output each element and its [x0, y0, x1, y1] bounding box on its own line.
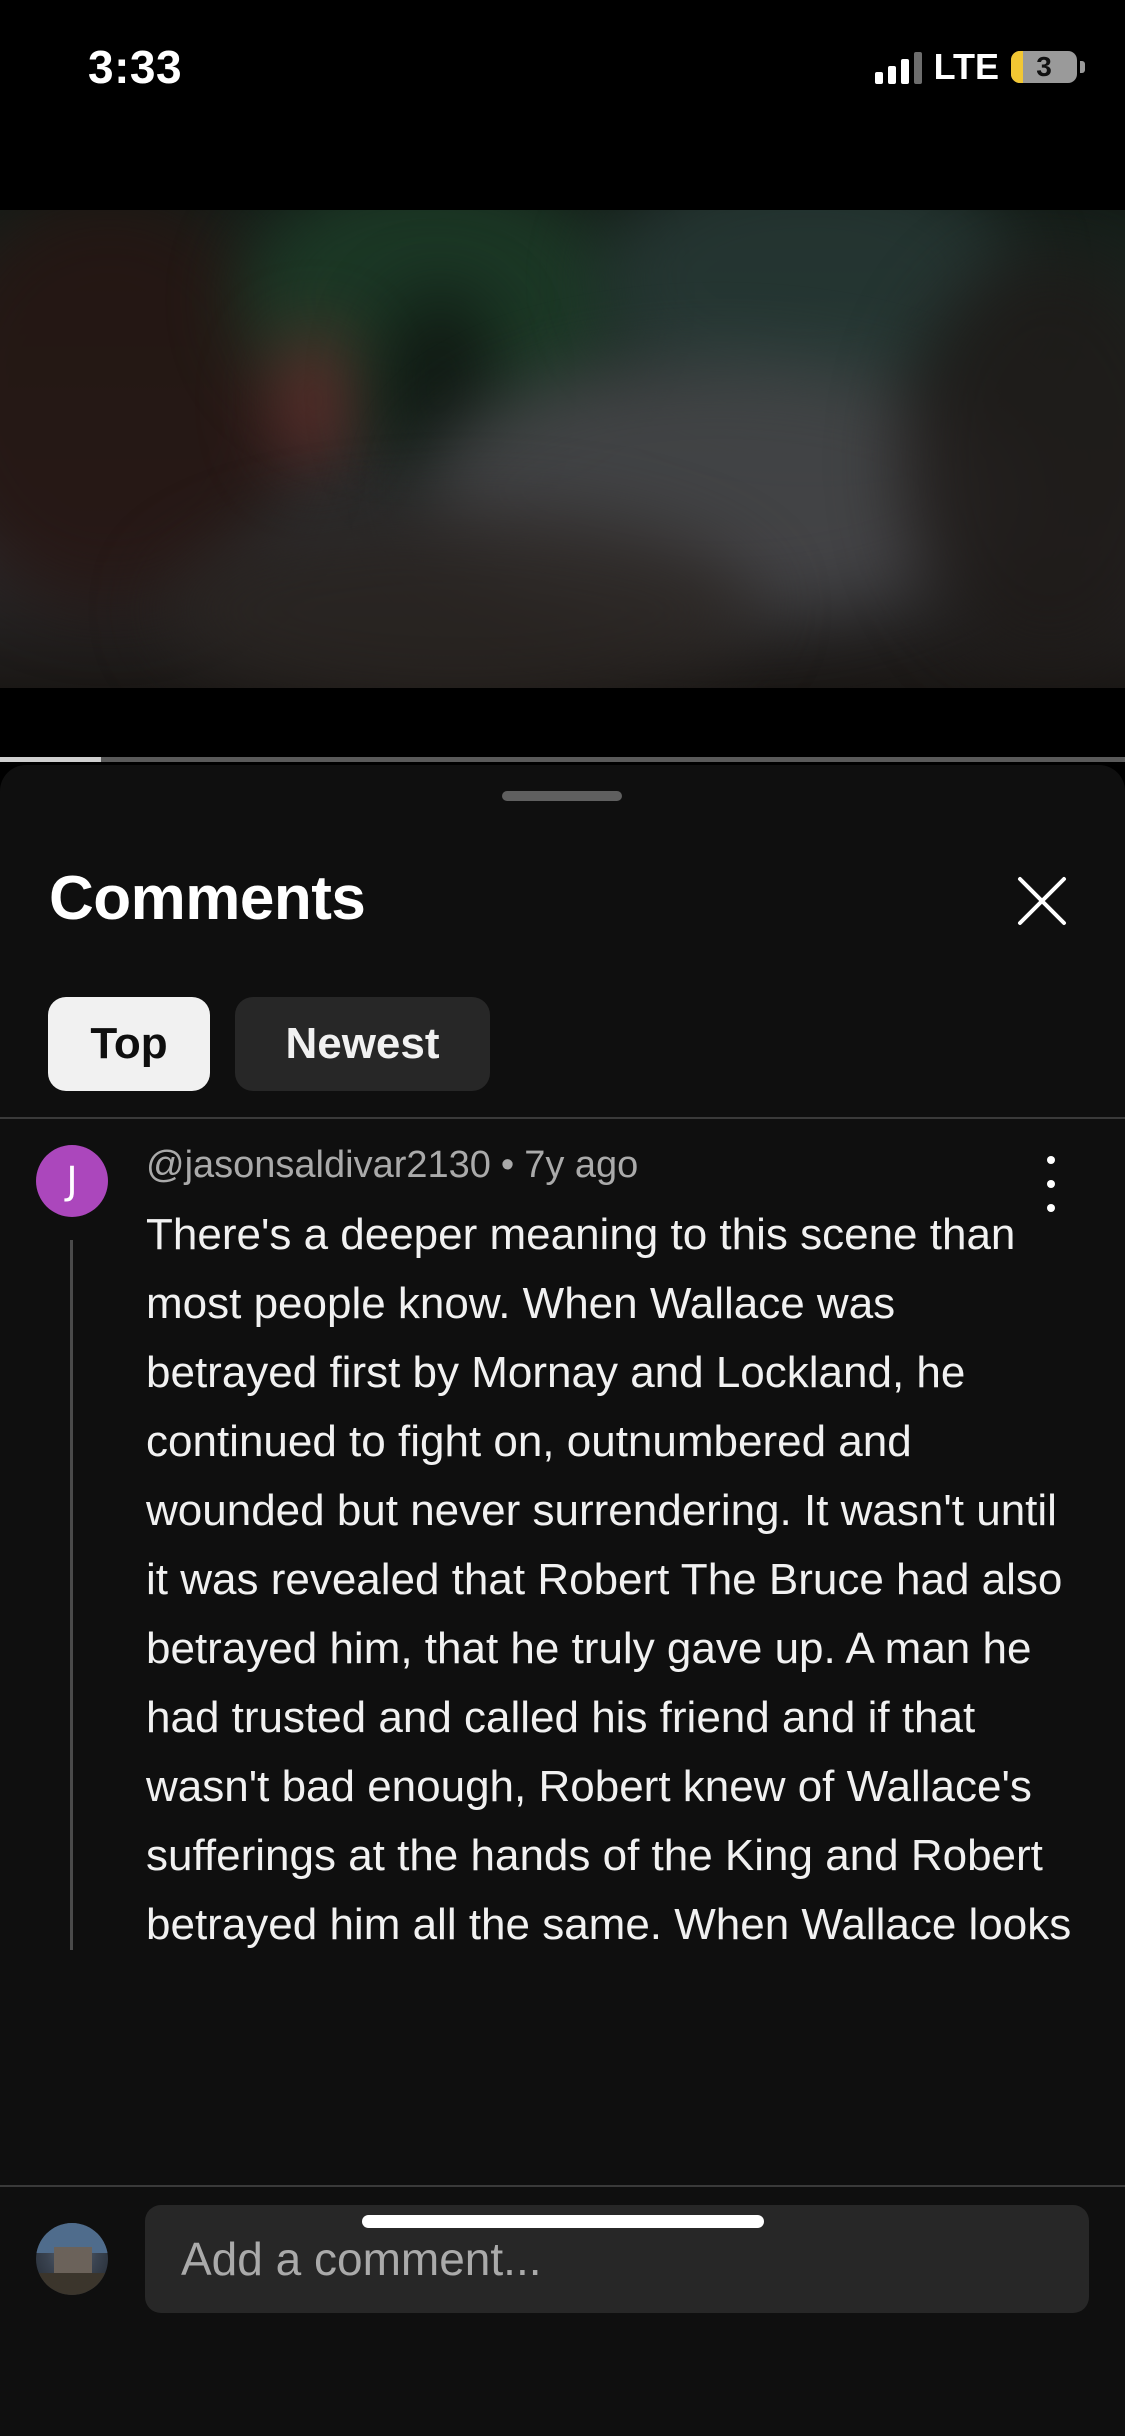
video-progress-bar[interactable]	[0, 757, 1125, 762]
tab-top[interactable]: Top	[48, 997, 210, 1091]
status-bar: 3:33 LTE 3	[0, 0, 1125, 140]
sheet-title: Comments	[49, 864, 366, 933]
comment-item: J @jasonsaldivar2130 • 7y ago There's a de…	[0, 1120, 1125, 1950]
screen: 3:33 LTE 3 Comments Top Newest J @jasons…	[0, 0, 1125, 2436]
cellular-signal-icon	[874, 50, 922, 84]
battery-cap	[1080, 61, 1085, 73]
battery-icon: 3	[1011, 51, 1077, 83]
comment-author[interactable]: @jasonsaldivar2130	[146, 1144, 491, 1186]
network-type: LTE	[933, 46, 999, 87]
meta-separator: •	[500, 1144, 515, 1186]
battery-level-fill	[1011, 51, 1023, 83]
close-button[interactable]	[1010, 869, 1074, 933]
home-indicator[interactable]	[362, 2215, 764, 2228]
video-player[interactable]	[0, 140, 1125, 762]
tab-newest[interactable]: Newest	[235, 997, 490, 1091]
status-indicators: LTE 3	[874, 46, 1085, 88]
comment-text[interactable]: There's a deeper meaning to this scene t…	[146, 1200, 1076, 1950]
user-avatar	[36, 2223, 108, 2295]
status-time: 3:33	[88, 41, 183, 93]
video-frame[interactable]	[0, 210, 1125, 688]
close-icon	[1018, 877, 1066, 925]
header-divider	[0, 1117, 1125, 1119]
battery-percentage: 3	[1036, 51, 1052, 82]
sort-tabs: Top Newest	[48, 997, 490, 1091]
drag-handle[interactable]	[502, 791, 622, 801]
thread-line	[70, 1240, 73, 1950]
avatar[interactable]: J	[36, 1145, 108, 1217]
comments-sheet: Comments Top Newest J @jasonsaldivar2130…	[0, 765, 1125, 2436]
comment-timestamp: 7y ago	[524, 1144, 639, 1186]
composer-divider	[0, 2185, 1125, 2187]
comment-meta: @jasonsaldivar2130 • 7y ago	[146, 1144, 638, 1187]
video-progress-fill	[0, 757, 102, 762]
